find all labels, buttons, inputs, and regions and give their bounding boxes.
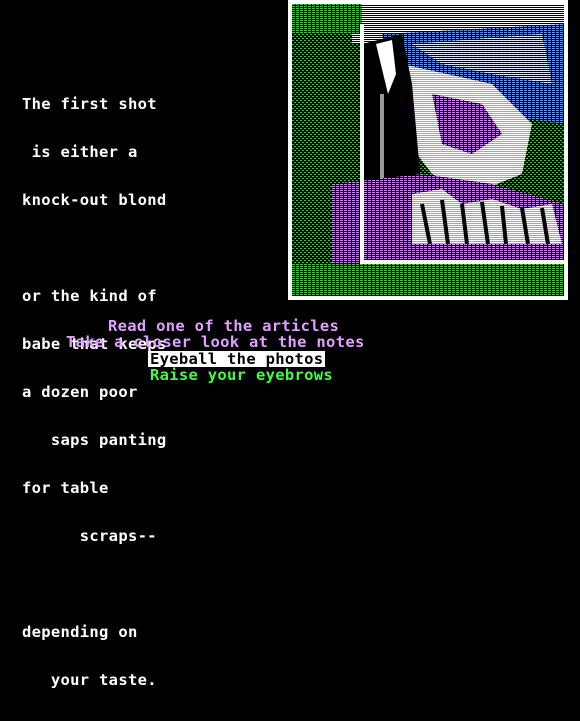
narration-line: for table	[22, 479, 109, 497]
narration-line	[22, 576, 272, 592]
narration-line: depending on	[22, 623, 138, 641]
blond-woman-photo	[292, 4, 564, 296]
menu-item-raise-eyebrows[interactable]: Raise your eyebrows	[150, 367, 333, 383]
narration-line: is either a	[22, 143, 138, 161]
narration-line: your taste.	[22, 671, 157, 689]
menu-item-read-articles[interactable]: Read one of the articles	[108, 318, 339, 334]
narration-line: scraps--	[22, 527, 157, 545]
narration-line	[22, 240, 272, 256]
photo-frame	[288, 0, 568, 300]
narration-line: The first shot	[22, 95, 157, 113]
narration-text: The first shot is either a knock-out blo…	[22, 64, 272, 720]
menu-item-eyeball-photos[interactable]: Eyeball the photos	[148, 351, 326, 367]
menu-item-look-at-notes[interactable]: Take a closer look at the notes	[66, 334, 365, 350]
narration-line: saps panting	[22, 431, 167, 449]
game-screen: The first shot is either a knock-out blo…	[0, 0, 580, 688]
narration-line: or the kind of	[22, 287, 157, 305]
narration-line: a dozen poor	[22, 383, 138, 401]
narration-line: knock-out blond	[22, 191, 167, 209]
